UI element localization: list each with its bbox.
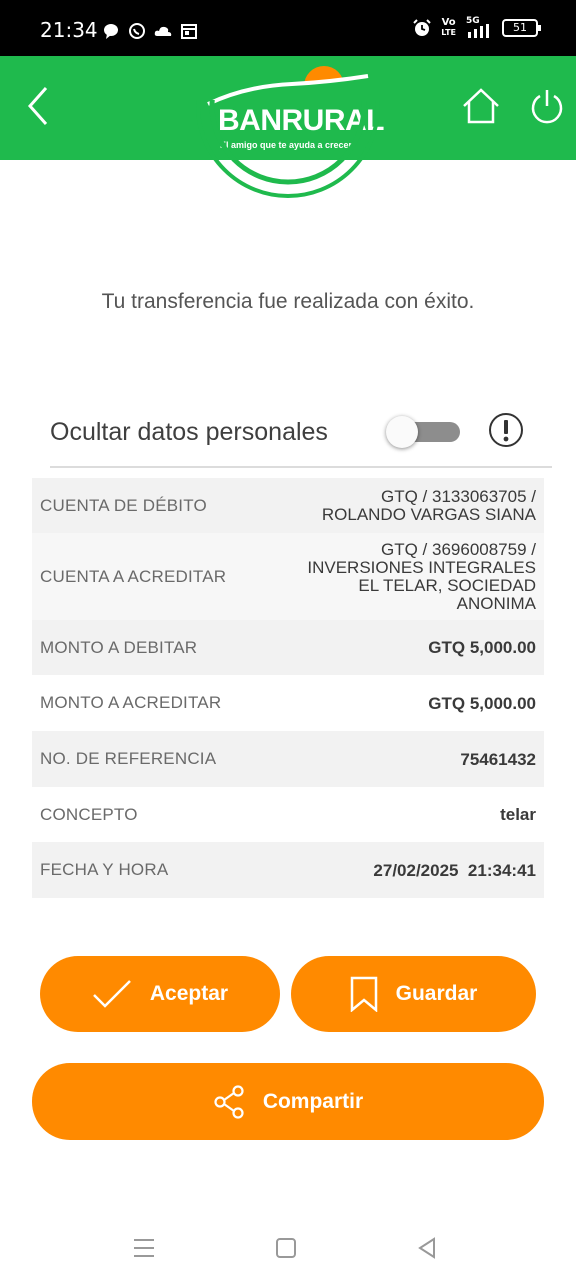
detail-value: GTQ 5,000.00: [428, 638, 536, 657]
home-square-icon[interactable]: [272, 1234, 300, 1262]
detail-value: GTQ 5,000.00: [428, 693, 536, 713]
home-icon[interactable]: [460, 86, 502, 126]
detail-row-concept: CONCEPTO telar: [32, 787, 544, 842]
detail-value: 75461432: [460, 749, 536, 769]
cloud-icon: [154, 26, 172, 36]
volte-icon: Vo LTE: [441, 18, 456, 38]
hide-personal-data-row: Ocultar datos personales: [50, 408, 550, 460]
detail-label: CUENTA DE DÉBITO: [40, 495, 207, 515]
system-icons: Vo LTE 5G 51: [413, 16, 541, 38]
share-button-label: Compartir: [262, 1089, 364, 1113]
detail-row-reference: NO. DE REFERENCIA 75461432: [32, 731, 544, 787]
status-time: 21:34: [40, 18, 98, 42]
detail-label: MONTO A ACREDITAR: [40, 693, 222, 712]
detail-value: telar: [500, 805, 536, 824]
detail-row-debit-amount: MONTO A DEBITAR GTQ 5,000.00: [32, 620, 544, 675]
detail-value-line: INVERSIONES INTEGRALES: [307, 557, 536, 577]
accept-button-label: Aceptar: [149, 982, 229, 1005]
chat-bubble-icon: [104, 24, 118, 39]
detail-value-line: GTQ / 3696008759 /: [381, 539, 536, 559]
checkmark-icon: [93, 980, 131, 1008]
accept-button[interactable]: Aceptar: [40, 956, 280, 1032]
detail-value-line: ANONIMA: [456, 593, 536, 613]
detail-value-line: GTQ / 3133063705 /: [381, 486, 536, 506]
lte-label: LTE: [441, 28, 456, 37]
detail-label: CUENTA A ACREDITAR: [40, 566, 227, 586]
save-button[interactable]: Guardar: [291, 956, 536, 1032]
detail-label: CONCEPTO: [40, 804, 138, 824]
detail-value: GTQ / 3696008759 /INVERSIONES INTEGRALES…: [307, 539, 536, 613]
notification-icons: [102, 22, 198, 40]
detail-row-credit-account: CUENTA A ACREDITAR GTQ / 3696008759 /INV…: [32, 533, 544, 620]
detail-value: GTQ / 3133063705 /ROLANDO VARGAS SIANA: [321, 486, 536, 524]
hide-personal-data-toggle[interactable]: [386, 416, 460, 448]
success-check-icon: [196, 100, 380, 198]
detail-value-line: EL TELAR, SOCIEDAD: [358, 575, 536, 595]
detail-label: FECHA Y HORA: [40, 860, 169, 879]
divider: [50, 466, 552, 468]
hide-personal-data-label: Ocultar datos personales: [50, 418, 328, 446]
detail-value: 27/02/2025 21:34:41: [373, 860, 536, 880]
transaction-details: CUENTA DE DÉBITO GTQ / 3133063705 /ROLAN…: [32, 478, 544, 898]
success-message: Tu transferencia fue realizada con éxito…: [101, 290, 475, 313]
info-exclamation-icon[interactable]: [488, 412, 524, 448]
calendar-icon: [181, 24, 197, 39]
signal-icon: 5G: [466, 16, 492, 38]
back-icon[interactable]: [22, 84, 56, 128]
save-button-label: Guardar: [395, 982, 478, 1005]
bookmark-icon: [350, 976, 377, 1012]
detail-label: MONTO A DEBITAR: [40, 637, 198, 657]
volte-label: Vo: [441, 17, 456, 28]
toggle-knob: [386, 416, 418, 448]
detail-row-datetime: FECHA Y HORA 27/02/2025 21:34:41: [32, 842, 544, 898]
menu-icon[interactable]: [130, 1234, 158, 1262]
detail-row-debit-account: CUENTA DE DÉBITO GTQ / 3133063705 /ROLAN…: [32, 478, 544, 533]
battery-icon: 51: [502, 19, 541, 37]
detail-label: NO. DE REFERENCIA: [40, 749, 217, 768]
power-icon[interactable]: [528, 86, 566, 126]
whatsapp-icon: [129, 23, 145, 39]
battery-level: 51: [513, 21, 527, 34]
share-icon: [214, 1084, 244, 1119]
status-bar: 21:34 Vo LTE 5G 51: [0, 0, 576, 56]
detail-value-line: ROLANDO VARGAS SIANA: [321, 504, 536, 524]
detail-row-credit-amount: MONTO A ACREDITAR GTQ 5,000.00: [32, 675, 544, 731]
alarm-icon: [413, 19, 432, 36]
system-navigation-bar: [0, 1214, 576, 1280]
share-button[interactable]: Compartir: [32, 1063, 544, 1140]
back-triangle-icon[interactable]: [414, 1234, 442, 1262]
